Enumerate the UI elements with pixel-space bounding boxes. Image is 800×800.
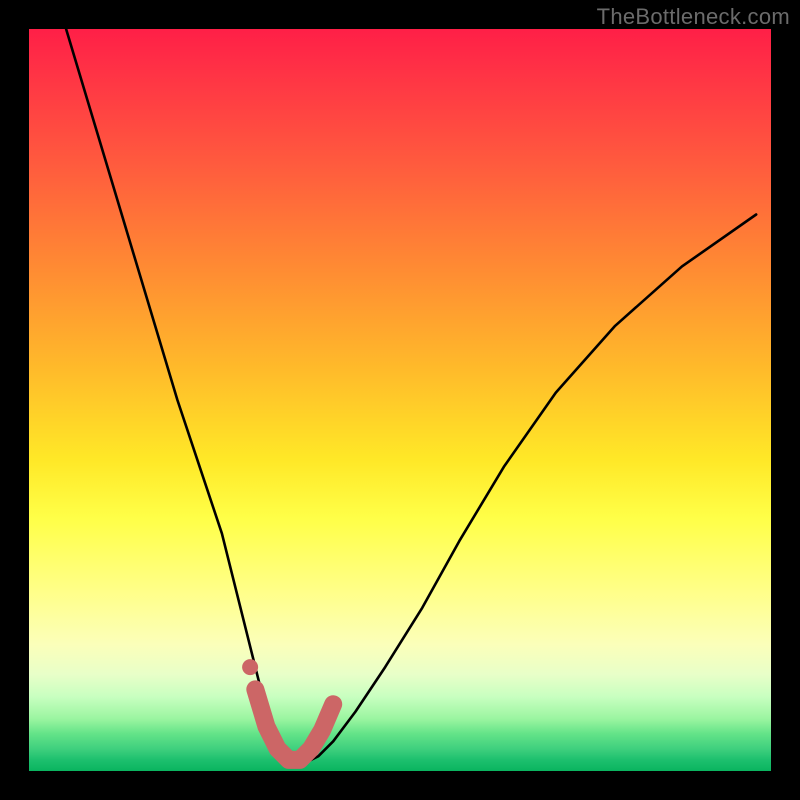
chart-frame: TheBottleneck.com — [0, 0, 800, 800]
bottleneck-curve — [66, 29, 756, 764]
watermark-text: TheBottleneck.com — [597, 4, 790, 30]
chart-svg — [29, 29, 771, 771]
plot-area — [29, 29, 771, 771]
